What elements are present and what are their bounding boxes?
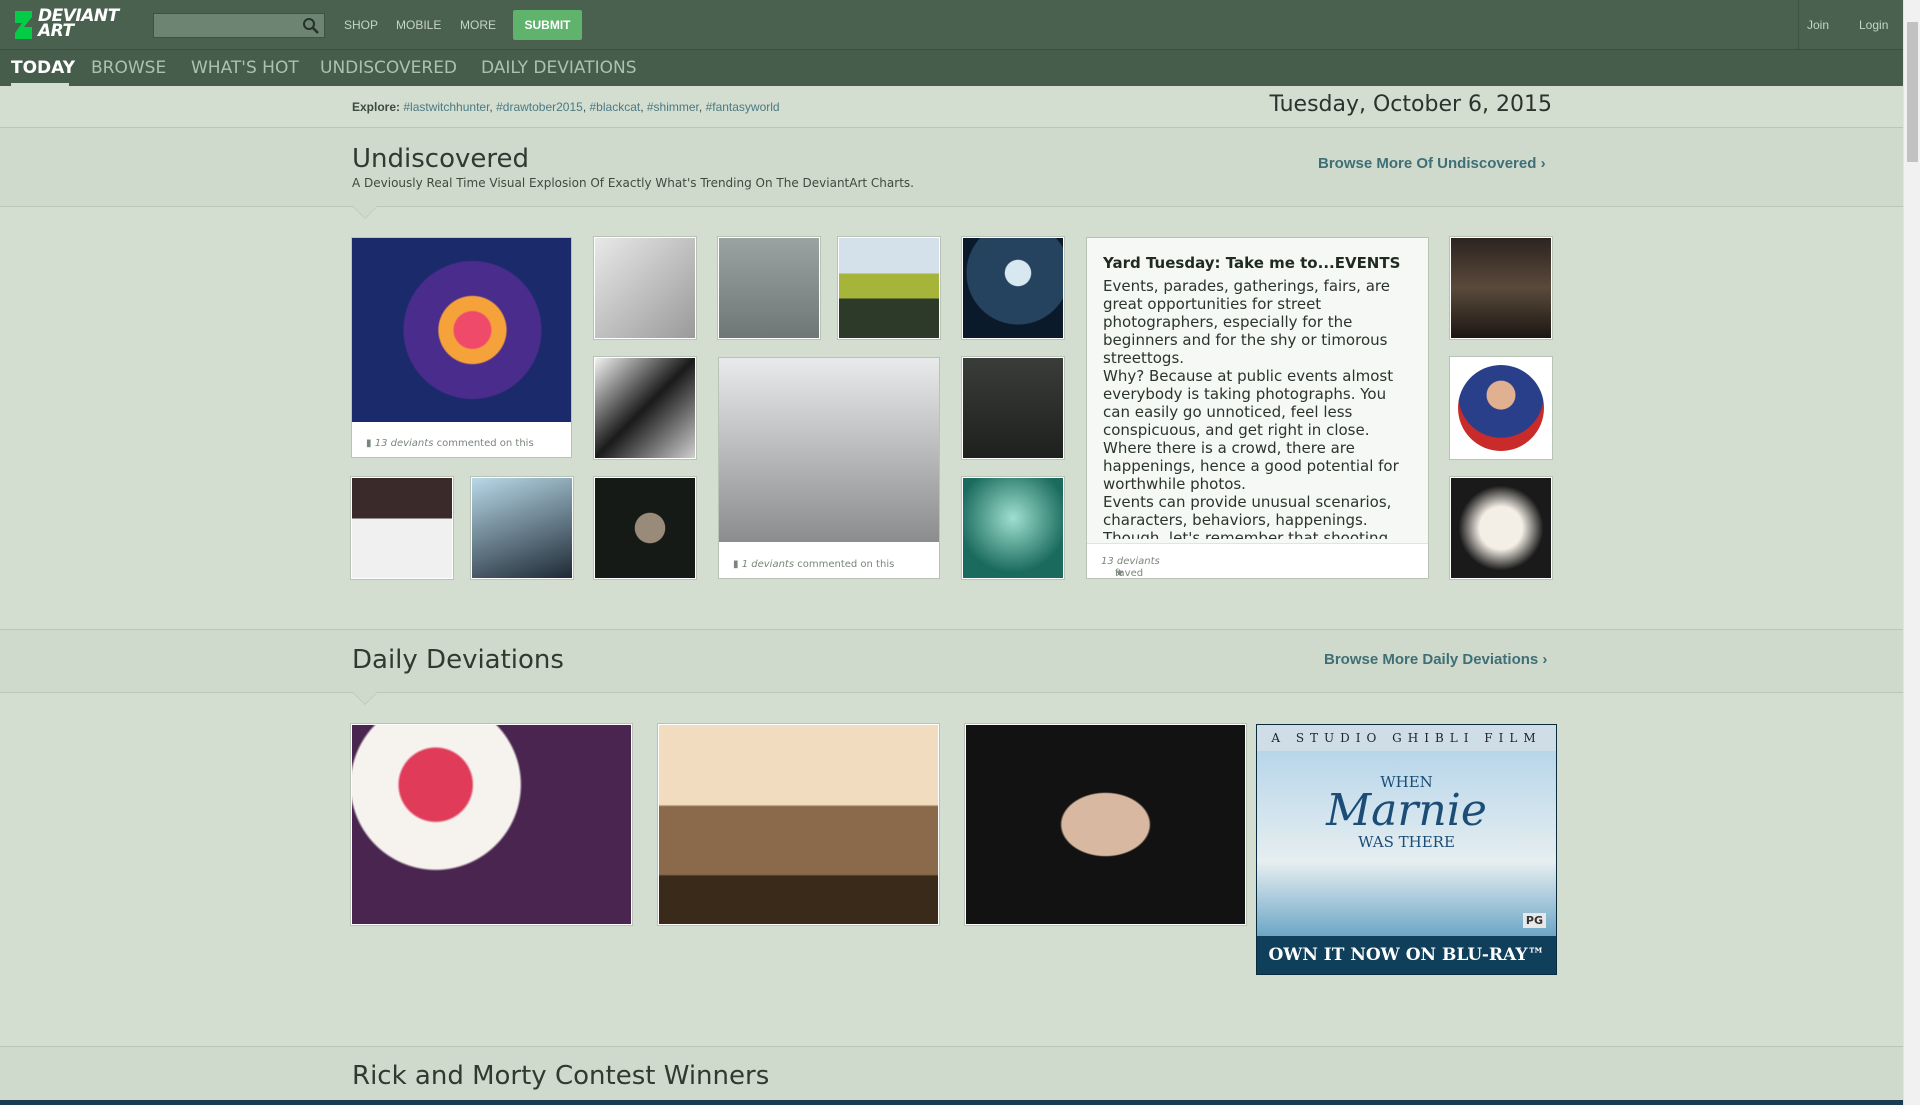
deviation-thumbnail[interactable]	[965, 724, 1246, 925]
tab-bar: TODAY BROWSE WHAT'S HOT UNDISCOVERED DAI…	[0, 49, 1903, 86]
explore-bar: Explore: #lastwitchhunter, #drawtober201…	[352, 100, 780, 114]
browse-undiscovered-link[interactable]: Browse More Of Undiscovered ›	[1318, 155, 1546, 172]
daily-header	[0, 630, 1903, 692]
tab-today[interactable]: TODAY	[11, 58, 75, 78]
tab-whats-hot[interactable]: WHAT'S HOT	[191, 58, 299, 78]
comment-icon: ▮	[366, 438, 372, 449]
deviation-card[interactable]: ▮ 13 deviants commented on this	[351, 237, 572, 458]
deviation-thumbnail[interactable]	[594, 357, 696, 459]
undiscovered-subtitle: A Deviously Real Time Visual Explosion O…	[352, 176, 914, 190]
journal-paragraph: Events, parades, gatherings, fairs, are …	[1103, 277, 1390, 367]
footer-strip	[0, 1100, 1903, 1105]
chevron-right-icon: ›	[1542, 651, 1548, 668]
deviation-thumbnail[interactable]	[351, 724, 632, 925]
chevron-right-icon: ›	[1540, 155, 1546, 172]
divider	[0, 692, 1903, 693]
top-bar: DEVIANT ART SHOP MOBILE MORE SUBMIT Join…	[0, 0, 1903, 49]
undiscovered-header	[0, 128, 1903, 206]
scrollbar-thumb[interactable]	[1907, 22, 1918, 162]
explore-label: Explore:	[352, 100, 401, 114]
rick-and-morty-title: Rick and Morty Contest Winners	[352, 1061, 770, 1091]
ad-line2: Marnie	[1326, 785, 1487, 836]
deviation-card[interactable]: ▮ 1 deviants commented on this	[718, 357, 940, 579]
deviation-thumbnail[interactable]	[838, 237, 940, 339]
nav-shop[interactable]: SHOP	[344, 18, 378, 32]
join-link[interactable]: Join	[1807, 18, 1829, 32]
logo-line2: ART	[38, 21, 74, 41]
comment-count: ▮ 1 deviants commented on this	[733, 559, 895, 570]
next-section-header	[0, 1047, 1903, 1100]
search-input[interactable]	[153, 13, 325, 38]
deviation-thumbnail[interactable]	[1450, 357, 1552, 459]
undiscovered-title: Undiscovered	[352, 144, 529, 174]
active-tab-indicator	[11, 83, 69, 86]
nav-mobile[interactable]: MOBILE	[396, 18, 441, 32]
ad-line3: WAS THERE	[1358, 833, 1455, 851]
deviation-thumbnail[interactable]	[962, 357, 1064, 459]
tab-undiscovered[interactable]: UNDISCOVERED	[320, 58, 457, 78]
journal-paragraph: Why? Because at public events almost eve…	[1103, 367, 1399, 493]
deviantart-logo[interactable]: DEVIANT ART	[12, 8, 132, 41]
deviation-thumbnail[interactable]	[718, 237, 820, 339]
daily-title: Daily Deviations	[352, 645, 564, 675]
tab-browse[interactable]: BROWSE	[91, 58, 166, 78]
deviation-thumbnail[interactable]	[352, 238, 571, 422]
deviation-thumbnail[interactable]	[719, 358, 939, 542]
fave-count: ★ 13 deviants faved this	[1087, 543, 1428, 578]
ad-header: A STUDIO GHIBLI FILM	[1257, 725, 1556, 751]
rating-badge: PG	[1522, 913, 1546, 928]
scrollbar[interactable]	[1903, 0, 1920, 1105]
divider	[0, 206, 1903, 207]
advertisement[interactable]: A STUDIO GHIBLI FILM WHEN Marnie WAS THE…	[1256, 724, 1557, 975]
deviation-thumbnail[interactable]	[594, 477, 696, 579]
explore-tag[interactable]: #blackcat	[590, 100, 641, 114]
deviation-thumbnail[interactable]	[471, 477, 573, 579]
nav-more[interactable]: MORE	[460, 18, 496, 32]
deviation-thumbnail[interactable]	[351, 477, 453, 579]
section-notch	[353, 206, 377, 218]
deviation-thumbnail[interactable]	[1450, 237, 1552, 339]
deviantart-logo-icon	[15, 11, 32, 39]
tab-daily-deviations[interactable]: DAILY DEVIATIONS	[481, 58, 637, 78]
explore-tag[interactable]: #shimmer	[647, 100, 699, 114]
explore-tag[interactable]: #lastwitchhunter	[403, 100, 489, 114]
journal-paragraph: Events can provide unusual scenarios, ch…	[1103, 493, 1392, 539]
deviation-thumbnail[interactable]	[1450, 477, 1552, 579]
deviation-thumbnail[interactable]	[962, 477, 1064, 579]
comment-icon: ▮	[733, 559, 739, 570]
section-notch	[353, 692, 377, 704]
search-icon[interactable]	[302, 17, 320, 35]
comment-count: ▮ 13 deviants commented on this	[366, 438, 534, 449]
journal-title[interactable]: Yard Tuesday: Take me to...EVENTS	[1103, 254, 1400, 272]
explore-tag[interactable]: #fantasyworld	[706, 100, 780, 114]
browse-daily-link[interactable]: Browse More Daily Deviations ›	[1324, 651, 1547, 668]
divider	[1798, 0, 1799, 49]
deviation-thumbnail[interactable]	[594, 237, 696, 339]
page-date: Tuesday, October 6, 2015	[1269, 92, 1553, 117]
journal-card[interactable]: Yard Tuesday: Take me to...EVENTS Events…	[1086, 237, 1429, 579]
login-link[interactable]: Login	[1859, 18, 1888, 32]
deviation-thumbnail[interactable]	[658, 724, 939, 925]
submit-button[interactable]: SUBMIT	[513, 10, 582, 40]
ad-cta[interactable]: OWN IT NOW ON BLU-RAY™	[1257, 936, 1556, 974]
journal-body: Events, parades, gatherings, fairs, are …	[1103, 277, 1413, 539]
explore-tag[interactable]: #drawtober2015	[496, 100, 583, 114]
deviation-thumbnail[interactable]	[962, 237, 1064, 339]
